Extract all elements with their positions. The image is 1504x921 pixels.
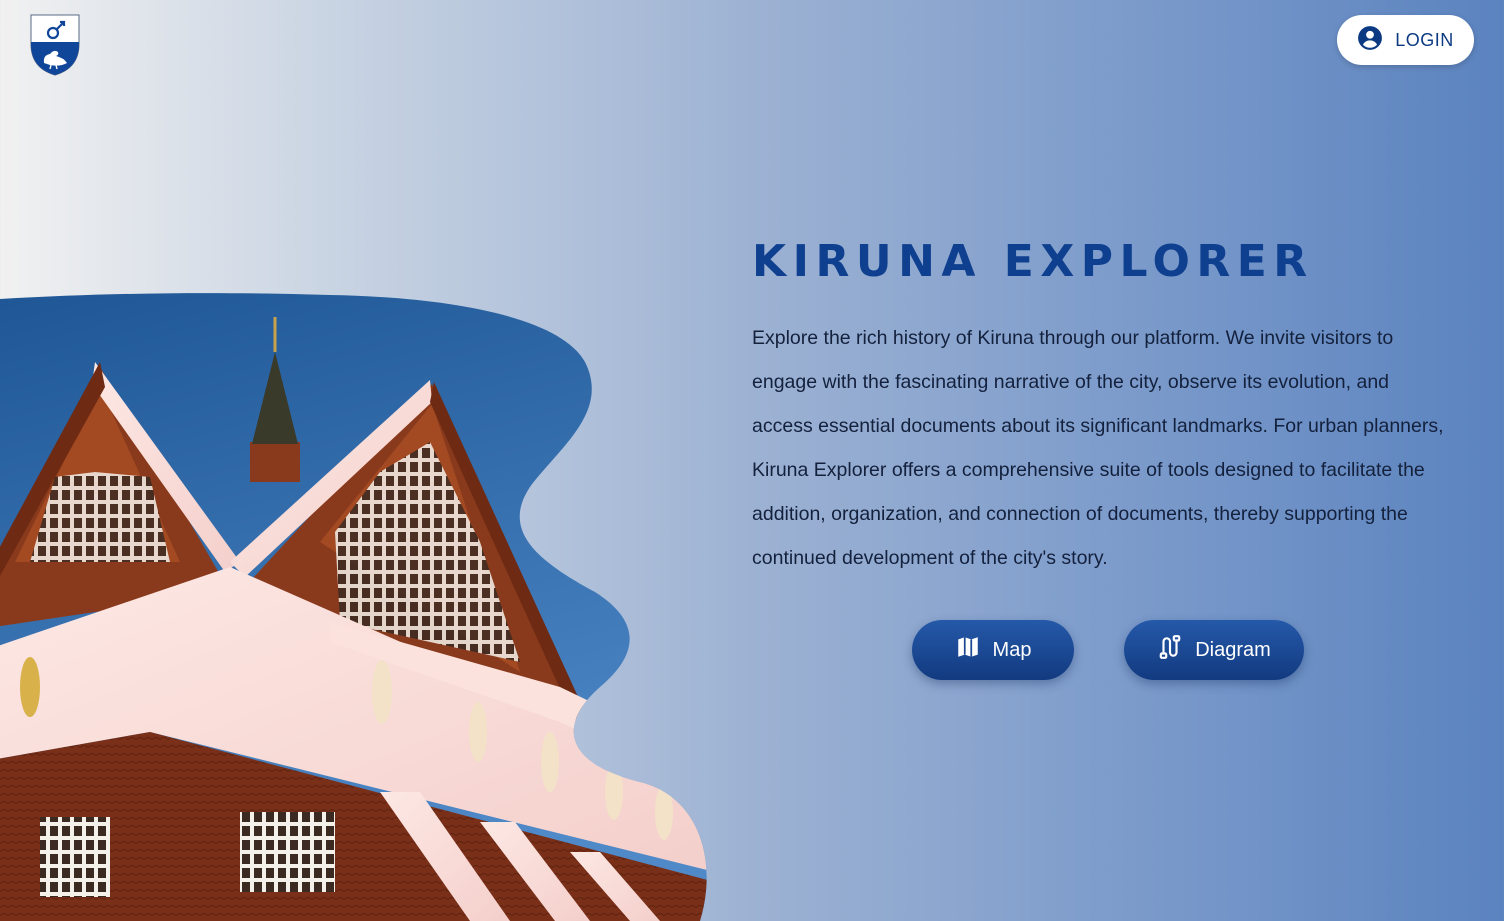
diagram-button[interactable]: Diagram bbox=[1124, 620, 1304, 680]
login-label: LOGIN bbox=[1395, 29, 1454, 50]
hero-description: Explore the rich history of Kiruna throu… bbox=[752, 327, 1444, 569]
kiruna-church-photo bbox=[0, 292, 715, 921]
diagram-label: Diagram bbox=[1195, 638, 1271, 661]
map-button[interactable]: Map bbox=[912, 620, 1074, 680]
kiruna-coat-of-arms-icon[interactable] bbox=[30, 14, 80, 76]
account-circle-icon bbox=[1357, 25, 1383, 56]
page-title: KIRUNA EXPLORER bbox=[752, 236, 1314, 287]
map-icon bbox=[955, 634, 981, 666]
map-label: Map bbox=[992, 638, 1032, 661]
login-button[interactable]: LOGIN bbox=[1337, 15, 1474, 65]
diagram-icon bbox=[1157, 634, 1183, 666]
